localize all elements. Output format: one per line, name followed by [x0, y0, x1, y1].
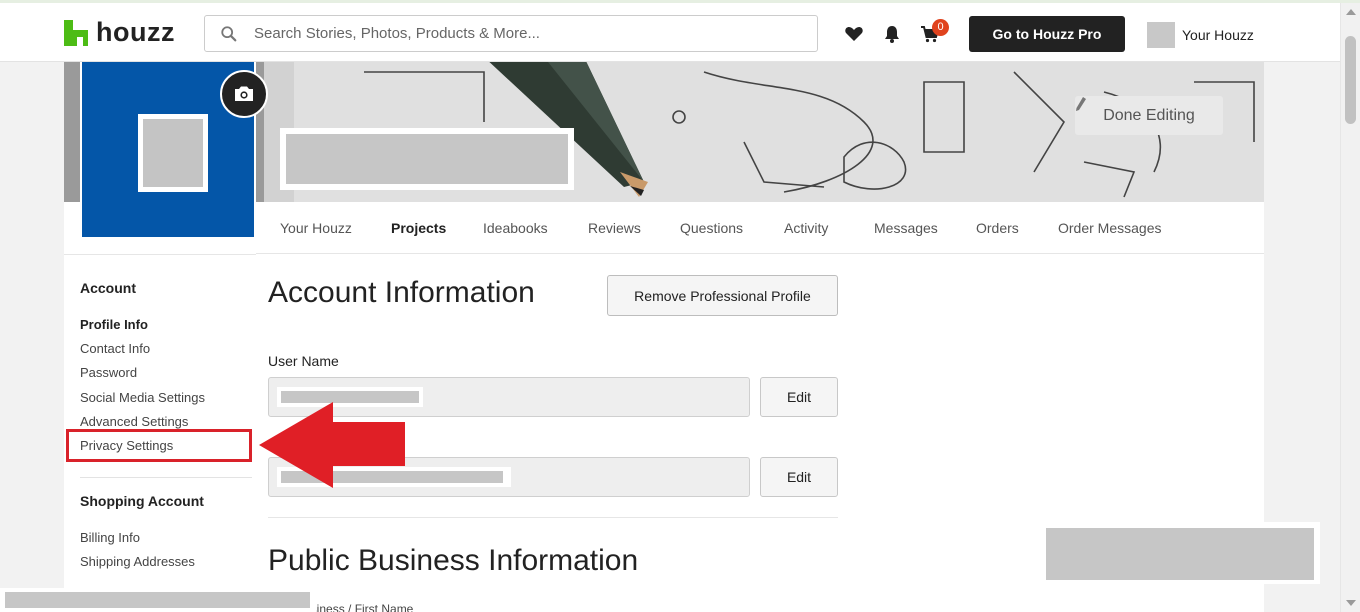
change-photo-button[interactable]	[220, 70, 268, 118]
sidebar-shopping-title: Shopping Account	[80, 493, 204, 509]
pencil-icon	[1076, 97, 1086, 111]
page-scrollbar[interactable]	[1340, 3, 1360, 612]
scroll-down-arrow-icon[interactable]	[1346, 600, 1356, 606]
tab-orders[interactable]: Orders	[976, 220, 1019, 236]
sidebar-item-profile-info[interactable]: Profile Info	[80, 317, 148, 332]
camera-icon	[235, 86, 253, 101]
your-houzz-label: Your Houzz	[1182, 27, 1254, 43]
logo-text: houzz	[96, 17, 175, 47]
sidebar-item-contact-info[interactable]: Contact Info	[80, 341, 150, 356]
edit-username-button[interactable]: Edit	[760, 377, 838, 417]
red-pointer-arrow	[259, 402, 405, 488]
privacy-settings-highlight	[66, 429, 252, 462]
cut-off-field-label: usiness / First Name	[304, 602, 414, 612]
bottom-left-placeholder	[0, 588, 316, 612]
go-to-houzz-pro-button[interactable]: Go to Houzz Pro	[969, 16, 1125, 52]
site-header: houzz 0 Go to Houzz Pro Your Houzz	[0, 3, 1340, 62]
page-title: Account Information	[268, 276, 535, 309]
sidebar-item-social-media-settings[interactable]: Social Media Settings	[80, 390, 205, 405]
edit-second-button[interactable]: Edit	[760, 457, 838, 497]
tab-messages[interactable]: Messages	[874, 220, 938, 236]
search-input[interactable]	[254, 25, 774, 42]
sidebar-account-title: Account	[80, 280, 136, 296]
tab-reviews[interactable]: Reviews	[588, 220, 641, 236]
search-bar	[204, 15, 818, 52]
heart-icon[interactable]	[844, 24, 864, 44]
tab-activity[interactable]: Activity	[784, 220, 828, 236]
bell-icon[interactable]	[882, 24, 902, 44]
public-business-information-title: Public Business Information	[268, 544, 639, 577]
remove-professional-profile-button[interactable]: Remove Professional Profile	[607, 275, 838, 316]
done-editing-button[interactable]: Done Editing	[1075, 96, 1223, 135]
sidebar-divider	[80, 477, 252, 478]
sidebar-item-shipping-addresses[interactable]: Shipping Addresses	[80, 554, 195, 569]
scrollbar-thumb[interactable]	[1345, 36, 1356, 124]
tab-projects[interactable]: Projects	[391, 220, 446, 236]
tab-your-houzz[interactable]: Your Houzz	[280, 220, 352, 236]
sidebar-item-advanced-settings[interactable]: Advanced Settings	[80, 414, 188, 429]
tab-questions[interactable]: Questions	[680, 220, 743, 236]
cart-count-badge: 0	[932, 19, 949, 36]
search-icon	[221, 25, 237, 41]
scroll-up-arrow-icon[interactable]	[1346, 9, 1356, 15]
sidebar-item-password[interactable]: Password	[80, 365, 137, 380]
user-avatar	[1147, 22, 1175, 48]
sidebar-item-billing-info[interactable]: Billing Info	[80, 530, 140, 545]
houzz-logo[interactable]: houzz	[64, 17, 175, 48]
tab-ideabooks[interactable]: Ideabooks	[483, 220, 548, 236]
profile-name-placeholder[interactable]	[280, 128, 574, 190]
profile-avatar	[80, 62, 268, 239]
tab-divider	[64, 254, 256, 255]
tab-order-messages[interactable]: Order Messages	[1058, 220, 1161, 236]
houzz-logo-icon	[64, 19, 88, 46]
your-houzz-menu[interactable]: Your Houzz	[1147, 22, 1254, 48]
profile-tabs: Your Houzz Projects Ideabooks Reviews Qu…	[256, 202, 1264, 254]
section-divider	[268, 517, 838, 518]
username-label: User Name	[268, 353, 339, 369]
chat-widget-placeholder[interactable]	[1040, 522, 1320, 584]
profile-photo-placeholder	[138, 114, 208, 192]
done-editing-label: Done Editing	[1103, 106, 1195, 124]
